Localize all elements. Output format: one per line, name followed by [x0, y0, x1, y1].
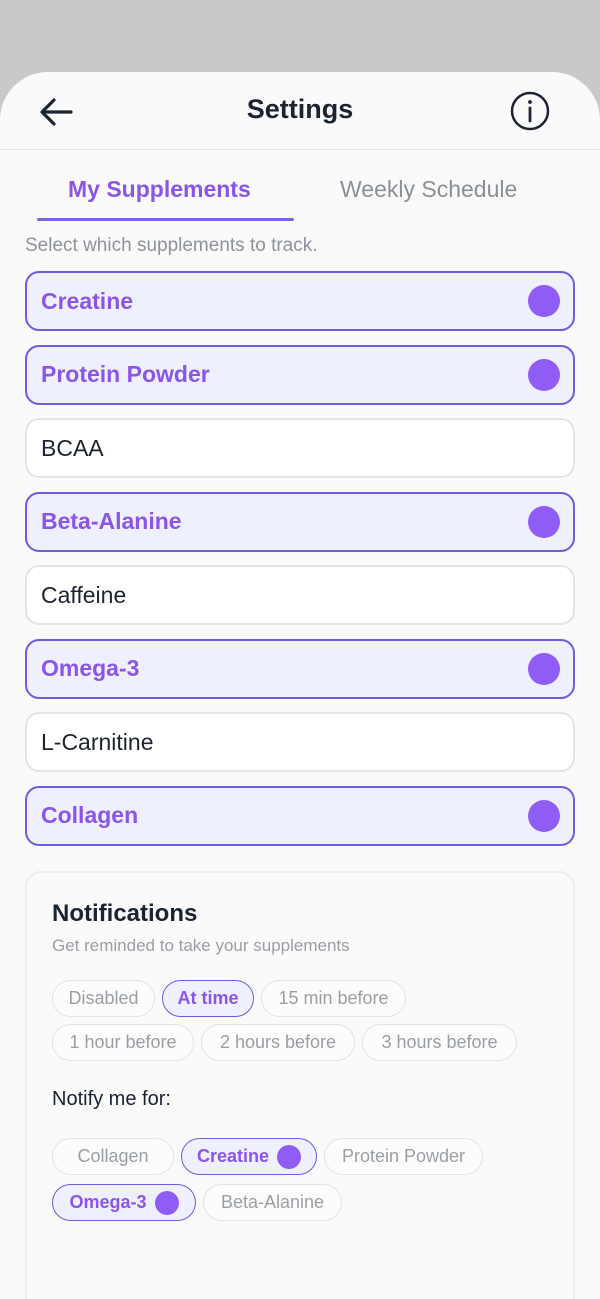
- supplement-item-protein-powder[interactable]: Protein Powder: [25, 344, 575, 405]
- notify-chip-creatine[interactable]: Creatine: [181, 1138, 317, 1175]
- chip-label: Protein Powder: [341, 1146, 466, 1166]
- chip-label: Collagen: [77, 1146, 149, 1166]
- timing-chip-at-time[interactable]: At time: [162, 980, 254, 1017]
- chip-label: Omega-3: [69, 1192, 147, 1212]
- supplement-item-bcaa[interactable]: BCAA: [25, 418, 575, 478]
- tab-my-supplements[interactable]: My Supplements: [68, 176, 251, 203]
- supplement-item-l-carnitine[interactable]: L-Carnitine: [25, 712, 575, 772]
- timing-chip-2-hours[interactable]: 2 hours before: [201, 1024, 355, 1061]
- timing-chip-15-min[interactable]: 15 min before: [261, 980, 406, 1017]
- selected-indicator-icon: [528, 505, 560, 538]
- timing-chip-disabled[interactable]: Disabled: [52, 980, 155, 1017]
- info-icon: [510, 91, 550, 131]
- supplement-item-collagen[interactable]: Collagen: [25, 785, 575, 846]
- notifications-title: Notifications: [52, 900, 198, 927]
- selected-indicator-icon: [528, 799, 560, 832]
- supplement-item-caffeine[interactable]: Caffeine: [25, 565, 575, 625]
- selected-indicator-icon: [528, 285, 560, 317]
- supplement-label: BCAA: [41, 434, 104, 461]
- supplement-label: Collagen: [41, 802, 139, 828]
- supplement-label: Protein Powder: [41, 361, 210, 387]
- selected-indicator-icon: [154, 1190, 179, 1215]
- supplement-label: Beta-Alanine: [41, 508, 182, 534]
- notify-chip-beta-alanine[interactable]: Beta-Alanine: [203, 1184, 342, 1221]
- settings-sheet: Settings My Supplements Weekly Schedule …: [0, 72, 600, 1299]
- tab-bar: My Supplements Weekly Schedule: [0, 150, 600, 222]
- header-bar: Settings: [0, 72, 600, 150]
- notifications-card: Notifications Get reminded to take your …: [25, 871, 575, 1299]
- info-button[interactable]: [510, 91, 550, 131]
- supplement-label: Creatine: [41, 287, 134, 314]
- supplement-label: Omega-3: [41, 655, 140, 681]
- tab-weekly-schedule[interactable]: Weekly Schedule: [340, 176, 517, 203]
- supplement-item-beta-alanine[interactable]: Beta-Alanine: [25, 491, 575, 552]
- supplement-label: L-Carnitine: [41, 728, 154, 755]
- supplement-list: Creatine Protein Powder BCAA Beta-Alanin…: [25, 271, 575, 859]
- supplement-item-omega-3[interactable]: Omega-3: [25, 638, 575, 699]
- supplement-hint: Select which supplements to track.: [25, 235, 318, 256]
- notify-chip-collagen[interactable]: Collagen: [52, 1138, 174, 1175]
- chip-label: Beta-Alanine: [220, 1192, 325, 1212]
- chip-label: Creatine: [196, 1146, 270, 1166]
- active-tab-indicator: [37, 218, 294, 221]
- notifications-subtitle: Get reminded to take your supplements: [52, 936, 350, 955]
- supplement-label: Caffeine: [41, 581, 127, 608]
- selected-indicator-icon: [528, 652, 560, 685]
- notify-me-for-label: Notify me for:: [52, 1088, 171, 1110]
- supplement-item-creatine[interactable]: Creatine: [25, 271, 575, 331]
- timing-chip-3-hours[interactable]: 3 hours before: [362, 1024, 517, 1061]
- selected-indicator-icon: [528, 358, 560, 391]
- timing-chip-1-hour[interactable]: 1 hour before: [52, 1024, 194, 1061]
- notify-chip-protein-powder[interactable]: Protein Powder: [324, 1138, 483, 1175]
- selected-indicator-icon: [277, 1144, 302, 1169]
- notify-chip-omega-3[interactable]: Omega-3: [52, 1184, 196, 1221]
